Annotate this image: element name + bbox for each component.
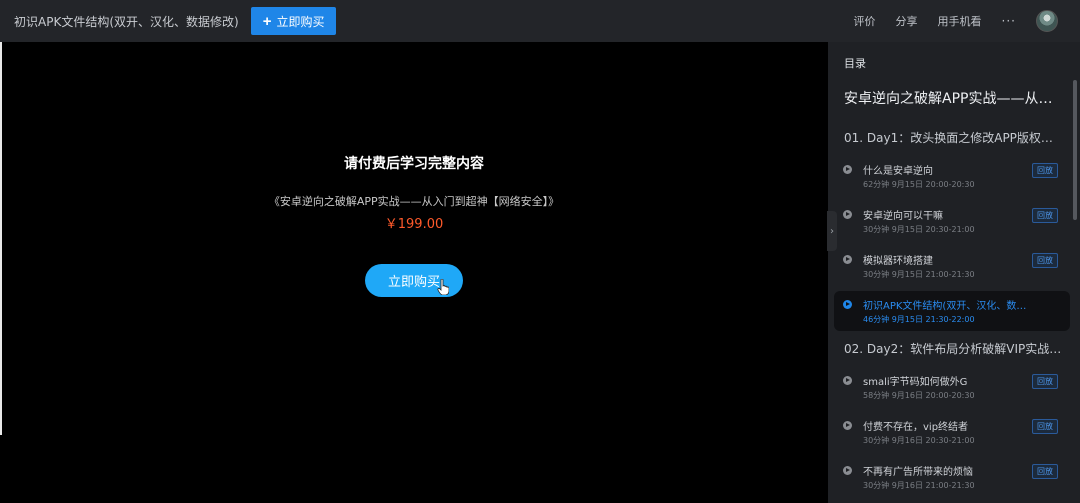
buy-now-header-button[interactable]: + 立即购买 [250, 7, 337, 35]
play-icon [843, 165, 852, 174]
hand-cursor-icon [437, 279, 449, 295]
paywall-course-name: 《安卓逆向之破解APP实战——从入门到超神【网络安全】》 [268, 195, 560, 208]
sidebar-scrollbar[interactable] [1073, 80, 1077, 220]
lesson-item[interactable]: 付费不存在，vip终结者 30分钟 9月16日 20:30-21:00 回放 [834, 412, 1070, 452]
lesson-item[interactable]: smali字节码如何做外G 58分钟 9月16日 20:00-20:30 回放 [834, 367, 1070, 407]
lesson-item[interactable]: 不再有广告所带来的烦恼 30分钟 9月16日 21:00-21:30 回放 [834, 457, 1070, 497]
lesson-title: 付费不存在，vip终结者 [863, 422, 969, 433]
catalog-course-title: 安卓逆向之破解APP实战——从入门到超神【网络安全】 [844, 91, 1064, 107]
lesson-title: 不再有广告所带来的烦恼 [863, 467, 973, 478]
lesson-meta: 46分钟 9月15日 21:30-22:00 [863, 315, 975, 324]
chapter-title[interactable]: 01. Day1：改头换面之修改APP版权和资源 [844, 129, 1064, 146]
play-icon [843, 210, 852, 219]
lesson-item[interactable]: 什么是安卓逆向 62分钟 9月15日 20:00-20:30 回放 [834, 156, 1070, 196]
lesson-meta: 30分钟 9月16日 20:30-21:00 [863, 436, 975, 445]
chevron-right-icon: › [830, 225, 834, 237]
lesson-meta: 62分钟 9月15日 20:00-20:30 [863, 180, 975, 189]
replay-badge: 回放 [1032, 163, 1058, 178]
paywall-price: ￥199.00 [384, 217, 444, 232]
avatar[interactable] [1036, 10, 1058, 32]
player-edge [0, 42, 2, 435]
catalog-label: 目录 [844, 57, 866, 70]
lesson-title: 什么是安卓逆向 [863, 166, 933, 177]
lesson-meta: 30分钟 9月16日 21:00-21:30 [863, 481, 975, 490]
replay-badge: 回放 [1032, 253, 1058, 268]
lesson-item[interactable]: 安卓逆向可以干嘛 30分钟 9月15日 20:30-21:00 回放 [834, 201, 1070, 241]
paywall-title: 请付费后学习完整内容 [344, 156, 484, 172]
lesson-meta: 30分钟 9月15日 21:00-21:30 [863, 270, 975, 279]
lesson-item-active[interactable]: 初识APK文件结构(双开、汉化、数据... 46分钟 9月15日 21:30-2… [834, 291, 1070, 331]
page-title: 初识APK文件结构(双开、汉化、数据修改) [14, 14, 239, 29]
lesson-title: 模拟器环境搭建 [863, 256, 933, 267]
plus-icon: + [262, 12, 272, 30]
replay-badge: 回放 [1032, 208, 1058, 223]
watch-on-phone-link[interactable]: 用手机看 [938, 13, 982, 29]
buy-now-header-label: 立即购买 [276, 14, 325, 29]
play-icon [843, 466, 852, 475]
chapter-title[interactable]: 02. Day2：软件布局分析破解VIP实战&... [844, 340, 1064, 357]
play-icon [843, 300, 852, 309]
more-icon[interactable]: ··· [1002, 14, 1016, 28]
play-icon [843, 376, 852, 385]
replay-badge: 回放 [1032, 374, 1058, 389]
collapse-sidebar-button[interactable]: › [827, 211, 837, 251]
lesson-title: 初识APK文件结构(双开、汉化、数据... [863, 301, 1033, 312]
top-actions: 评价 分享 用手机看 ··· [854, 0, 1080, 42]
catalog-sidebar: 目录 安卓逆向之破解APP实战——从入门到超神【网络安全】 01. Day1：改… [828, 42, 1080, 503]
replay-badge: 回放 [1032, 419, 1058, 434]
review-link[interactable]: 评价 [854, 13, 876, 29]
lesson-meta: 58分钟 9月16日 20:00-20:30 [863, 391, 975, 400]
play-icon [843, 255, 852, 264]
lesson-item[interactable]: 模拟器环境搭建 30分钟 9月15日 21:00-21:30 回放 [834, 246, 1070, 286]
play-icon [843, 421, 852, 430]
lesson-title: smali字节码如何做外G [863, 377, 968, 388]
share-link[interactable]: 分享 [896, 13, 918, 29]
lesson-meta: 30分钟 9月15日 20:30-21:00 [863, 225, 975, 234]
replay-badge: 回放 [1032, 464, 1058, 479]
lesson-title: 安卓逆向可以干嘛 [863, 211, 943, 222]
top-bar: 初识APK文件结构(双开、汉化、数据修改) + 立即购买 评价 分享 用手机看 … [0, 0, 1080, 42]
